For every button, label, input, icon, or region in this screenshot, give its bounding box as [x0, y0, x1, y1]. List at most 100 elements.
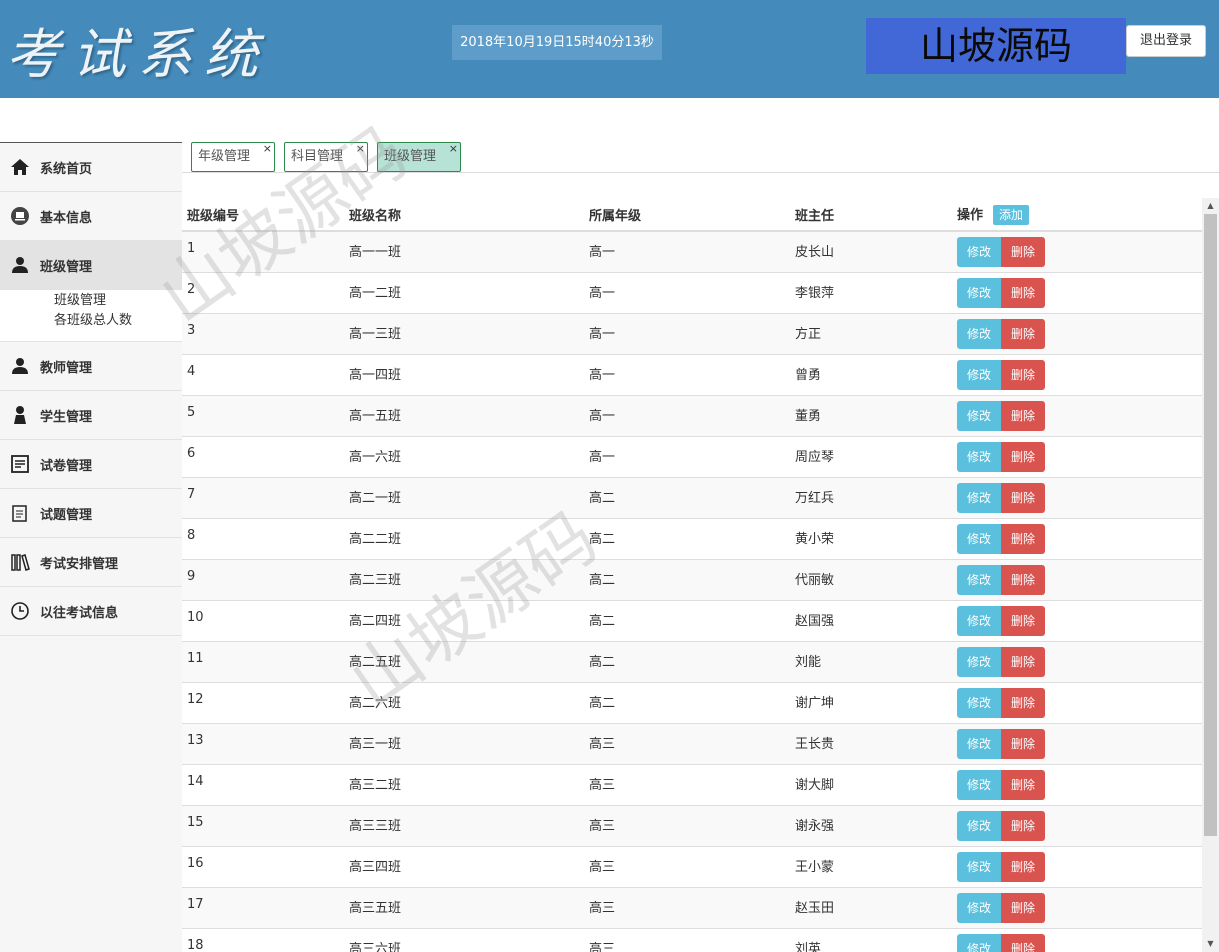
- edit-button[interactable]: 修改: [957, 523, 1002, 554]
- delete-button[interactable]: 删除: [1001, 400, 1046, 431]
- edit-button[interactable]: 修改: [957, 564, 1002, 595]
- vertical-scrollbar[interactable]: ▲ ▼: [1202, 198, 1219, 952]
- tabs-divider: [182, 172, 1219, 173]
- cell-head-teacher: 谢广坤: [790, 681, 952, 723]
- subnav-item-class-headcount[interactable]: 各班级总人数: [54, 311, 182, 331]
- table-row: 10 高二四班 高二 赵国强 修改 删除: [182, 599, 1202, 641]
- cell-grade: 高三: [584, 927, 790, 952]
- cell-class-name: 高三三班: [344, 804, 584, 846]
- cell-grade: 高三: [584, 763, 790, 805]
- delete-button[interactable]: 删除: [1001, 687, 1046, 718]
- cell-head-teacher: 代丽敏: [790, 558, 952, 600]
- edit-button[interactable]: 修改: [957, 400, 1002, 431]
- delete-button[interactable]: 删除: [1001, 359, 1046, 390]
- delete-button[interactable]: 删除: [1001, 851, 1046, 882]
- cell-class-id: 15: [182, 804, 344, 846]
- edit-button[interactable]: 修改: [957, 933, 1002, 952]
- cell-class-id: 7: [182, 476, 344, 518]
- sidebar-item-class-management[interactable]: 班级管理: [0, 241, 182, 290]
- sidebar-item-home[interactable]: 系统首页: [0, 143, 182, 192]
- edit-button[interactable]: 修改: [957, 687, 1002, 718]
- cell-actions: 修改 删除: [952, 681, 1202, 723]
- sidebar-item-student-management[interactable]: 学生管理: [0, 391, 182, 440]
- scroll-up-arrow-icon[interactable]: ▲: [1202, 198, 1219, 214]
- user-icon: [10, 255, 30, 275]
- delete-button[interactable]: 删除: [1001, 277, 1046, 308]
- sidebar-item-basic-info[interactable]: 基本信息: [0, 192, 182, 241]
- cell-class-id: 3: [182, 312, 344, 354]
- edit-button[interactable]: 修改: [957, 605, 1002, 636]
- sidebar-item-exam-schedule[interactable]: 考试安排管理: [0, 538, 182, 587]
- cell-grade: 高一: [584, 353, 790, 395]
- delete-button[interactable]: 删除: [1001, 892, 1046, 923]
- sidebar-item-paper-management[interactable]: 试卷管理: [0, 440, 182, 489]
- delete-button[interactable]: 删除: [1001, 318, 1046, 349]
- edit-button[interactable]: 修改: [957, 482, 1002, 513]
- edit-button[interactable]: 修改: [957, 810, 1002, 841]
- cell-grade: 高三: [584, 886, 790, 928]
- edit-button[interactable]: 修改: [957, 441, 1002, 472]
- logout-button[interactable]: 退出登录: [1126, 25, 1206, 57]
- cell-grade: 高一: [584, 312, 790, 354]
- add-button[interactable]: 添加: [993, 204, 1030, 225]
- tab-subject-management[interactable]: 科目管理 ×: [284, 142, 368, 172]
- cell-head-teacher: 周应琴: [790, 435, 952, 477]
- cell-actions: 修改 删除: [952, 558, 1202, 600]
- clock-icon: [10, 601, 30, 621]
- edit-button[interactable]: 修改: [957, 646, 1002, 677]
- close-icon[interactable]: ×: [449, 135, 458, 163]
- edit-button[interactable]: 修改: [957, 359, 1002, 390]
- cell-head-teacher: 刘英: [790, 927, 952, 952]
- cell-actions: 修改 删除: [952, 927, 1202, 952]
- sidebar-item-teacher-management[interactable]: 教师管理: [0, 342, 182, 391]
- delete-button[interactable]: 删除: [1001, 810, 1046, 841]
- tab-class-management[interactable]: 班级管理 ×: [377, 142, 461, 172]
- books-icon: [10, 552, 30, 572]
- sidebar-item-past-exams[interactable]: 以往考试信息: [0, 587, 182, 636]
- subnav-item-class-management[interactable]: 班级管理: [54, 291, 182, 311]
- table-row: 5 高一五班 高一 董勇 修改 删除: [182, 394, 1202, 436]
- delete-button[interactable]: 删除: [1001, 646, 1046, 677]
- table-row: 6 高一六班 高一 周应琴 修改 删除: [182, 435, 1202, 477]
- delete-button[interactable]: 删除: [1001, 605, 1046, 636]
- edit-button[interactable]: 修改: [957, 851, 1002, 882]
- delete-button[interactable]: 删除: [1001, 728, 1046, 759]
- edit-button[interactable]: 修改: [957, 769, 1002, 800]
- cell-head-teacher: 方正: [790, 312, 952, 354]
- tab-grade-management[interactable]: 年级管理 ×: [191, 142, 275, 172]
- delete-button[interactable]: 删除: [1001, 933, 1046, 952]
- header-actions-label: 操作: [957, 207, 984, 223]
- cell-class-id: 10: [182, 599, 344, 641]
- sidebar-item-question-management[interactable]: 试题管理: [0, 489, 182, 538]
- delete-button[interactable]: 删除: [1001, 769, 1046, 800]
- cell-class-name: 高一二班: [344, 271, 584, 313]
- delete-button[interactable]: 删除: [1001, 482, 1046, 513]
- delete-button[interactable]: 删除: [1001, 523, 1046, 554]
- cell-actions: 修改 删除: [952, 394, 1202, 436]
- delete-button[interactable]: 删除: [1001, 441, 1046, 472]
- cell-actions: 修改 删除: [952, 435, 1202, 477]
- cell-actions: 修改 删除: [952, 599, 1202, 641]
- edit-button[interactable]: 修改: [957, 277, 1002, 308]
- cell-head-teacher: 李银萍: [790, 271, 952, 313]
- table-row: 4 高一四班 高一 曾勇 修改 删除: [182, 353, 1202, 395]
- cell-grade: 高二: [584, 476, 790, 518]
- delete-button[interactable]: 删除: [1001, 564, 1046, 595]
- edit-button[interactable]: 修改: [957, 728, 1002, 759]
- cell-class-name: 高三六班: [344, 927, 584, 952]
- delete-button[interactable]: 删除: [1001, 237, 1046, 267]
- cell-class-name: 高二五班: [344, 640, 584, 682]
- edit-button[interactable]: 修改: [957, 237, 1002, 267]
- edit-button[interactable]: 修改: [957, 892, 1002, 923]
- table-row: 11 高二五班 高二 刘能 修改 删除: [182, 640, 1202, 682]
- table-row: 8 高二二班 高二 黄小荣 修改 删除: [182, 517, 1202, 559]
- header-grade: 所属年级: [584, 198, 790, 232]
- scroll-thumb[interactable]: [1204, 214, 1217, 836]
- info-icon: [10, 206, 30, 226]
- edit-button[interactable]: 修改: [957, 318, 1002, 349]
- close-icon[interactable]: ×: [263, 135, 272, 163]
- cell-grade: 高一: [584, 435, 790, 477]
- table-row: 16 高三四班 高三 王小蒙 修改 删除: [182, 845, 1202, 887]
- scroll-down-arrow-icon[interactable]: ▼: [1202, 936, 1219, 952]
- close-icon[interactable]: ×: [356, 135, 365, 163]
